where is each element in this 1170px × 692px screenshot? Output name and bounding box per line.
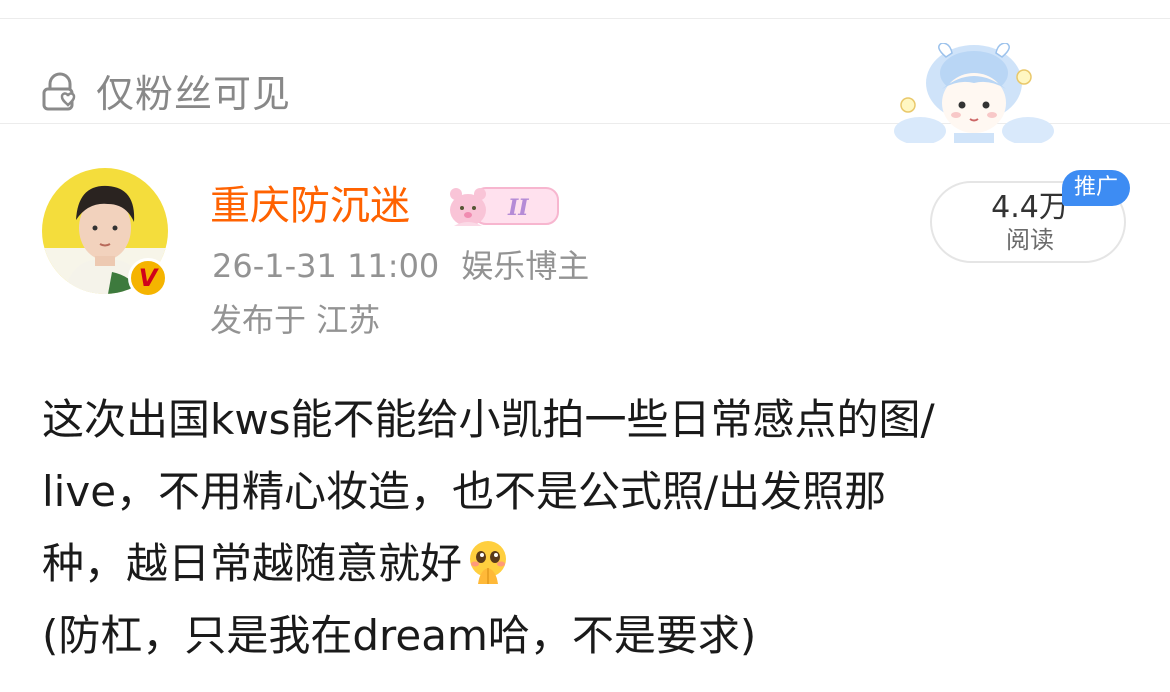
author-category: 娱乐博主 xyxy=(461,247,590,285)
fan-level-badge-icon[interactable]: II xyxy=(444,178,562,232)
post-line: live，不用精心妆造，也不是公式照/出发照那 xyxy=(42,467,887,516)
promote-button[interactable]: 推广 xyxy=(1062,170,1130,206)
post-meta: 26-1-31 11:00 娱乐博主 xyxy=(212,246,589,286)
girl-decoration-icon xyxy=(894,43,1054,143)
pleading-hands-emoji-icon xyxy=(470,541,507,584)
visibility-label: 仅粉丝可见 xyxy=(96,72,292,116)
post-line: 这次出国kws能不能给小凯拍一些日常感点的图/ xyxy=(42,395,935,444)
post-location: 发布于 江苏 xyxy=(210,301,381,339)
post-line-text: 种，越日常越随意就好 xyxy=(42,539,463,588)
top-divider xyxy=(0,0,1170,19)
verified-badge-icon: V xyxy=(128,258,168,298)
lock-icon xyxy=(42,72,76,111)
post-timestamp: 26-1-31 11:00 xyxy=(212,247,440,285)
reads-label: 阅读 xyxy=(1006,226,1054,254)
post-content: 这次出国kws能不能给小凯拍一些日常感点的图/ live，不用精心妆造，也不是公… xyxy=(42,384,1152,672)
author-name[interactable]: 重庆防沉迷 xyxy=(210,182,410,230)
svg-text:II: II xyxy=(507,195,529,221)
post-line: 种，越日常越随意就好 xyxy=(42,528,1152,600)
visibility-bar: 仅粉丝可见 xyxy=(0,19,1170,143)
post-line: (防杠，只是我在dream哈，不是要求) xyxy=(42,611,757,660)
